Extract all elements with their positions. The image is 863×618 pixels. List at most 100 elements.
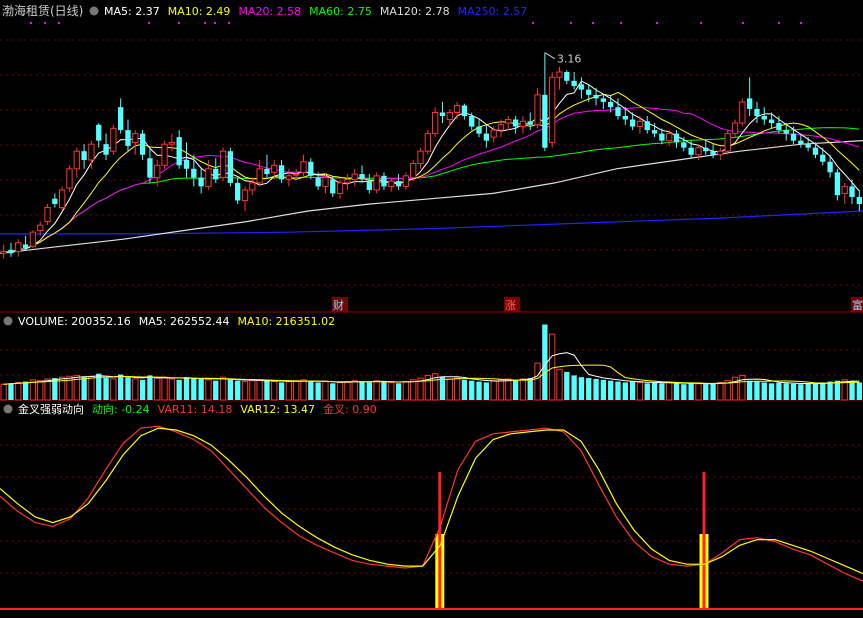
candle-body-up [37, 224, 44, 231]
volume-bar-down [381, 381, 387, 400]
candle-body-down [176, 137, 182, 166]
candle-body-down [118, 107, 124, 131]
volume-bar-up [256, 379, 263, 401]
candle-body-up [44, 207, 51, 223]
volume-bar-down [571, 375, 577, 400]
volume-bar-down [191, 378, 197, 400]
volume-bar-down [118, 374, 124, 400]
volume-bar-down [81, 377, 87, 400]
volume-bar-down [849, 381, 855, 400]
candle-body-up [59, 189, 66, 209]
volume-bar-down [644, 383, 650, 400]
candle-body-down [278, 165, 285, 180]
candle-body-up [432, 111, 439, 135]
volume-bar-up [556, 368, 563, 401]
signal-dot [214, 22, 216, 24]
peak-price-label: 3.16 [557, 53, 582, 66]
indicator-legend-1: 动向: -0.24 [92, 402, 150, 416]
candle-body-down [776, 123, 782, 131]
candle-body-up [497, 124, 505, 131]
volume-bar-down [22, 381, 29, 400]
candle-body-up [256, 168, 263, 184]
candle-body-down [754, 108, 760, 116]
volume-bar-up [161, 376, 168, 401]
candle-body-down [235, 182, 241, 201]
signal-dot [700, 22, 702, 24]
candle-body-down [644, 121, 650, 131]
volume-bar-up [519, 378, 527, 401]
volume-bar-up [300, 379, 307, 401]
candle-body-down [856, 196, 862, 204]
signal-dot [742, 22, 744, 24]
candle-body-up [549, 76, 556, 143]
candle-body-down [673, 133, 680, 143]
candle-body-down [564, 72, 570, 81]
volume-bar-up [410, 379, 417, 401]
candle-body-down [629, 119, 636, 127]
candle-body-up [300, 161, 307, 173]
volume-bar-down [527, 378, 533, 400]
volume-bar-down [439, 377, 446, 400]
candle-body-down [688, 147, 694, 155]
candle-body-up [388, 180, 395, 187]
volume-bar-up [110, 378, 117, 401]
candle-body-up [739, 101, 746, 124]
ma-legend-3: MA60: 2.75 [309, 5, 372, 18]
volume-bar-down [820, 382, 826, 400]
candle-body-down [703, 147, 709, 152]
chart-canvas[interactable]: 3.16 财 涨 富 渤海租赁(日线) MA5: 2.37 MA10: 2.49 MA20: … [0, 0, 863, 614]
candle-body-down [798, 140, 804, 145]
candle-body-up [0, 251, 7, 254]
volume-bar-down [578, 377, 585, 400]
candle-body-down [615, 107, 621, 116]
volume-bar-down [469, 380, 475, 400]
volume-legend-1: MA5: 262552.44 [139, 315, 230, 328]
volume-bar-up [731, 376, 739, 401]
signal-dot [778, 22, 780, 24]
signal-dot [204, 22, 206, 24]
signal-dot [30, 22, 32, 24]
candle-body-up [344, 178, 351, 184]
volume-bar-down [147, 375, 153, 400]
candle-body-down [834, 172, 841, 196]
volume-bar-up [636, 381, 644, 401]
candle-body-up [205, 168, 212, 187]
candle-body-down [622, 116, 628, 120]
volume-bar-down [790, 383, 797, 400]
volume-bar-down [213, 380, 219, 400]
candle-body-down [22, 244, 29, 248]
volume-bar-up [336, 381, 344, 401]
volume-bar-up [241, 381, 249, 401]
volume-bar-up [249, 380, 256, 401]
candle-body-up [154, 164, 161, 179]
signal-dot [570, 22, 572, 24]
candle-body-down [147, 158, 153, 178]
volume-bar-up [739, 374, 746, 401]
candle-body-down [761, 116, 767, 120]
volume-bar-up [0, 383, 7, 401]
volume-bar-down [659, 383, 665, 400]
candle-body-down [359, 174, 365, 180]
candle-body-down [103, 144, 109, 155]
volume-bar-down [330, 383, 336, 400]
candle-body-up [322, 177, 329, 187]
candle-body-up [271, 164, 278, 173]
volume-bar-down [681, 384, 687, 400]
candle-body-up [410, 163, 417, 179]
volume-bar-down [395, 383, 402, 400]
signal-dot [44, 22, 46, 24]
volume-bar-down [183, 377, 190, 400]
volume-bar-down [856, 382, 862, 400]
candle-body-down [183, 160, 190, 169]
candle-body-down [608, 101, 614, 108]
candle-body-down [366, 181, 372, 190]
candle-body-down [820, 154, 826, 162]
volume-bar-up [344, 381, 351, 401]
volume-bar-down [227, 379, 234, 400]
volume-bar-up [322, 381, 329, 401]
candle-body-up [636, 120, 644, 128]
candle-body-up [841, 185, 848, 194]
volume-bar-up [219, 376, 227, 401]
candle-body-up [717, 150, 724, 156]
volume-bar-up [534, 362, 541, 401]
